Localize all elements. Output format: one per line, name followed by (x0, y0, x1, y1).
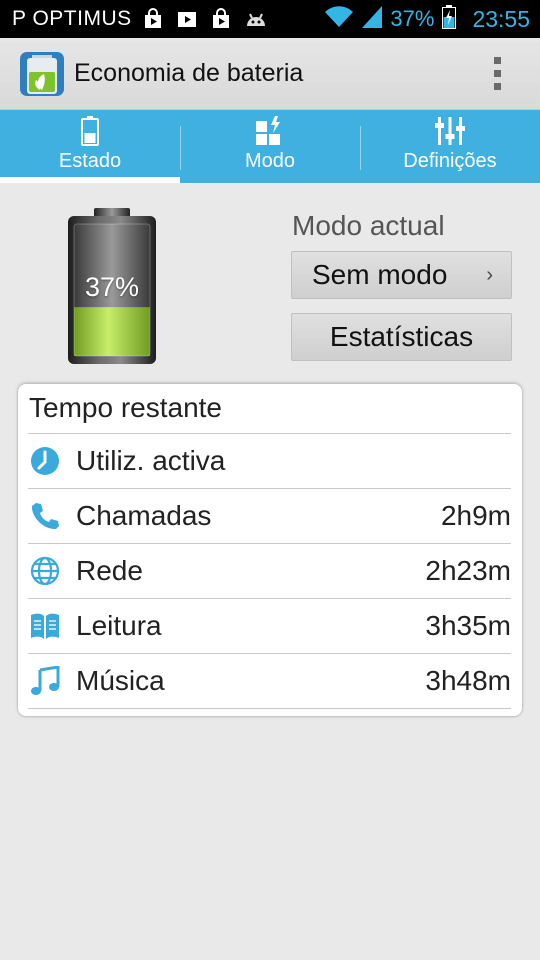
row-value: 2h9m (440, 500, 511, 531)
active-tab-indicator (0, 177, 180, 183)
list-item-active-use[interactable]: Utiliz. activa (28, 433, 511, 488)
overflow-menu-icon[interactable] (492, 57, 502, 90)
current-mode-button[interactable]: Sem modo › (291, 251, 512, 299)
signal-icon (362, 5, 383, 33)
chevron-right-icon: › (486, 263, 493, 286)
phone-icon (28, 499, 62, 533)
tab-bar: Estado Modo Definições (0, 110, 540, 183)
globe-icon (28, 554, 62, 588)
mode-grid-icon (255, 116, 285, 146)
tab-definicoes[interactable]: Definições (360, 110, 540, 183)
statistics-button[interactable]: Estatísticas (291, 313, 512, 361)
list-item-music[interactable]: Música 3h48m (28, 653, 511, 708)
row-value: 2h23m (425, 555, 511, 586)
list-item-reading[interactable]: Leitura 3h35m (28, 598, 511, 653)
bag-icon (142, 8, 164, 30)
row-value: 3h35m (425, 610, 511, 641)
battery-charging-icon (442, 4, 457, 34)
tab-label: Modo (244, 150, 296, 172)
clock: 23:55 (472, 5, 530, 32)
list-item-calls[interactable]: Chamadas 2h9m (28, 488, 511, 543)
music-note-icon (28, 664, 62, 698)
sliders-icon (435, 116, 465, 146)
row-label: Música (76, 665, 165, 696)
carrier-name: P OPTIMUS (12, 7, 132, 30)
notification-icons (142, 8, 268, 30)
tab-estado[interactable]: Estado (0, 110, 180, 183)
bag-icon (210, 8, 232, 30)
row-label: Leitura (76, 610, 162, 641)
tab-modo[interactable]: Modo (180, 110, 360, 183)
play-store-icon (176, 8, 198, 30)
tab-label: Definições (403, 150, 497, 172)
current-mode-value: Sem modo (312, 259, 448, 290)
clock-icon (28, 444, 62, 478)
wifi-icon (324, 5, 354, 34)
divider (28, 708, 511, 709)
row-label: Rede (76, 555, 143, 586)
battery-percent-text: 37% (390, 6, 435, 31)
remaining-time-title: Tempo restante (29, 392, 222, 423)
tab-label: Estado (58, 150, 122, 172)
battery-percent-label: 37% (84, 272, 140, 302)
remaining-time-card: Tempo restante Utiliz. activa Chamadas 2… (18, 384, 522, 716)
android-icon (244, 8, 268, 30)
action-bar: Economia de bateria (0, 38, 540, 110)
statistics-button-label: Estatísticas (329, 321, 474, 352)
battery-icon (81, 116, 99, 146)
book-icon (28, 609, 62, 643)
list-item-network[interactable]: Rede 2h23m (28, 543, 511, 598)
status-bar: P OPTIMUS 37% 23:55 (0, 0, 540, 38)
app-battery-leaf-icon (18, 50, 66, 98)
row-label: Chamadas (76, 500, 212, 531)
page-title: Economia de bateria (74, 59, 304, 87)
current-mode-heading: Modo actual (292, 210, 445, 241)
row-value: 3h48m (425, 665, 511, 696)
row-label: Utiliz. activa (76, 445, 226, 476)
